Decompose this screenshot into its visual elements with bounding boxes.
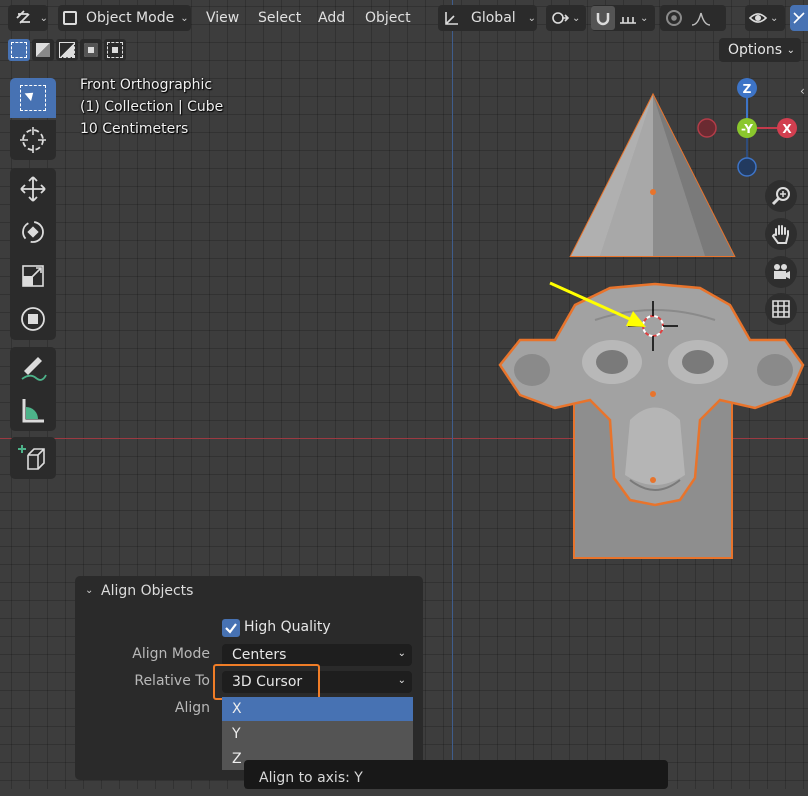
- pivot-point-dropdown[interactable]: ⌄: [546, 5, 586, 31]
- tool-annotate[interactable]: [10, 347, 56, 389]
- align-option-x[interactable]: X: [222, 697, 413, 721]
- gizmo-x-label: X: [782, 122, 792, 136]
- camera-icon: [774, 264, 790, 279]
- options-dropdown[interactable]: Options ⌄: [719, 38, 801, 62]
- zoom-icon: [771, 187, 790, 206]
- gizmo-icon: [793, 12, 805, 24]
- chevron-down-icon: ⌄: [770, 12, 779, 24]
- transform-orientation-dropdown[interactable]: Global ⌄: [438, 5, 537, 31]
- checkmark-icon: [225, 623, 237, 634]
- scale-icon: [22, 265, 44, 287]
- select-new-icon: [11, 42, 27, 58]
- select-invert-icon: [84, 43, 98, 57]
- chevron-down-icon[interactable]: ⌄: [85, 585, 93, 596]
- tool-transform[interactable]: [10, 298, 56, 340]
- eye-icon: [748, 13, 768, 23]
- select-subtract-button[interactable]: [56, 39, 78, 61]
- tooltip: Align to axis: Y: [244, 760, 668, 789]
- chevron-down-icon: ⌄: [640, 12, 649, 24]
- relative-to-label: Relative To: [134, 673, 210, 689]
- align-option-y[interactable]: Y: [222, 722, 413, 746]
- orthographic-toggle-button[interactable]: [765, 293, 797, 325]
- suzanne-object: [498, 282, 805, 507]
- chevron-down-icon: ⌄: [39, 12, 48, 24]
- camera-view-button[interactable]: [765, 256, 797, 288]
- hand-icon: [771, 225, 789, 244]
- chevron-down-icon: ⌄: [527, 12, 537, 24]
- align-mode-dropdown[interactable]: Centers ⌄: [222, 644, 412, 666]
- tool-add-cube[interactable]: [10, 437, 56, 479]
- select-extend-icon: [36, 43, 50, 57]
- pivot-icon: [552, 12, 570, 24]
- tool-measure[interactable]: [10, 389, 56, 431]
- axis-orientation-icon: [445, 12, 458, 25]
- options-label: Options: [728, 42, 783, 58]
- cursor-tool-icon: [20, 127, 46, 153]
- add-cube-icon: [18, 445, 45, 470]
- menu-view[interactable]: View: [206, 5, 239, 31]
- select-invert-button[interactable]: [80, 39, 102, 61]
- gizmo-y-label: -Y: [741, 122, 753, 136]
- magnet-icon: [596, 13, 610, 26]
- editor-type-icon: [16, 10, 30, 24]
- align-mode-value: Centers: [232, 647, 287, 663]
- select-new-button[interactable]: [8, 39, 30, 61]
- chevron-down-icon: ⌄: [397, 675, 406, 686]
- selection-mode-buttons: [8, 39, 126, 63]
- visibility-dropdown[interactable]: ⌄: [745, 5, 785, 31]
- chevron-down-icon: ⌄: [180, 12, 189, 24]
- falloff-curve-icon[interactable]: [690, 9, 712, 27]
- orientation-label: Global: [471, 10, 516, 26]
- proportional-edit-icon[interactable]: [666, 10, 682, 26]
- tool-select-box[interactable]: [10, 78, 56, 118]
- mode-dropdown[interactable]: Object Mode ⌄: [58, 5, 191, 31]
- rotate-icon: [22, 221, 44, 243]
- object-mode-icon: [63, 11, 77, 25]
- high-quality-checkbox[interactable]: [222, 619, 240, 637]
- gizmo-toggle[interactable]: [790, 5, 808, 31]
- chevron-down-icon: ⌄: [786, 44, 795, 56]
- mode-label: Object Mode: [86, 10, 175, 26]
- zoom-button[interactable]: [765, 180, 797, 212]
- select-extend-button[interactable]: [32, 39, 54, 61]
- menu-select[interactable]: Select: [258, 5, 301, 31]
- chevron-down-icon: ⌄: [397, 648, 406, 659]
- grid-scale: 10 Centimeters: [80, 121, 189, 137]
- pan-button[interactable]: [765, 218, 797, 250]
- align-mode-label: Align Mode: [132, 646, 210, 662]
- select-intersect-button[interactable]: [104, 39, 126, 61]
- navigation-gizmo[interactable]: Z X -Y: [696, 78, 806, 178]
- snap-increment-icon[interactable]: [618, 9, 638, 27]
- transform-icon: [21, 307, 45, 331]
- grid-icon: [772, 300, 790, 318]
- gizmo-z-label: Z: [743, 82, 752, 96]
- select-subtract-icon: [59, 42, 75, 58]
- view-name: Front Orthographic: [80, 77, 213, 93]
- chevron-down-icon: ⌄: [572, 12, 581, 24]
- annotate-pencil-icon: [21, 357, 47, 381]
- editor-type-button[interactable]: ⌄: [8, 5, 48, 31]
- snap-group: ⌄: [591, 5, 655, 31]
- menu-object[interactable]: Object: [365, 5, 411, 31]
- high-quality-label: High Quality: [244, 619, 331, 635]
- panel-title[interactable]: Align Objects: [101, 583, 193, 599]
- collection-info: (1) Collection | Cube: [80, 99, 224, 115]
- tool-scale[interactable]: [10, 254, 56, 298]
- tool-move[interactable]: [10, 168, 56, 210]
- align-label: Align: [174, 700, 210, 716]
- measure-ruler-icon: [22, 399, 44, 423]
- select-intersect-icon: [107, 42, 123, 58]
- proportional-editing-group: [660, 5, 726, 31]
- menu-add[interactable]: Add: [318, 5, 345, 31]
- move-icon: [20, 176, 46, 202]
- viewport-header: ⌄ Object Mode ⌄ View Select Add Object G…: [0, 0, 808, 36]
- tool-rotate[interactable]: [10, 210, 56, 254]
- highlight-box: [213, 664, 320, 700]
- snap-toggle[interactable]: [591, 6, 615, 30]
- select-box-icon: [20, 85, 46, 111]
- tool-cursor[interactable]: [10, 120, 56, 160]
